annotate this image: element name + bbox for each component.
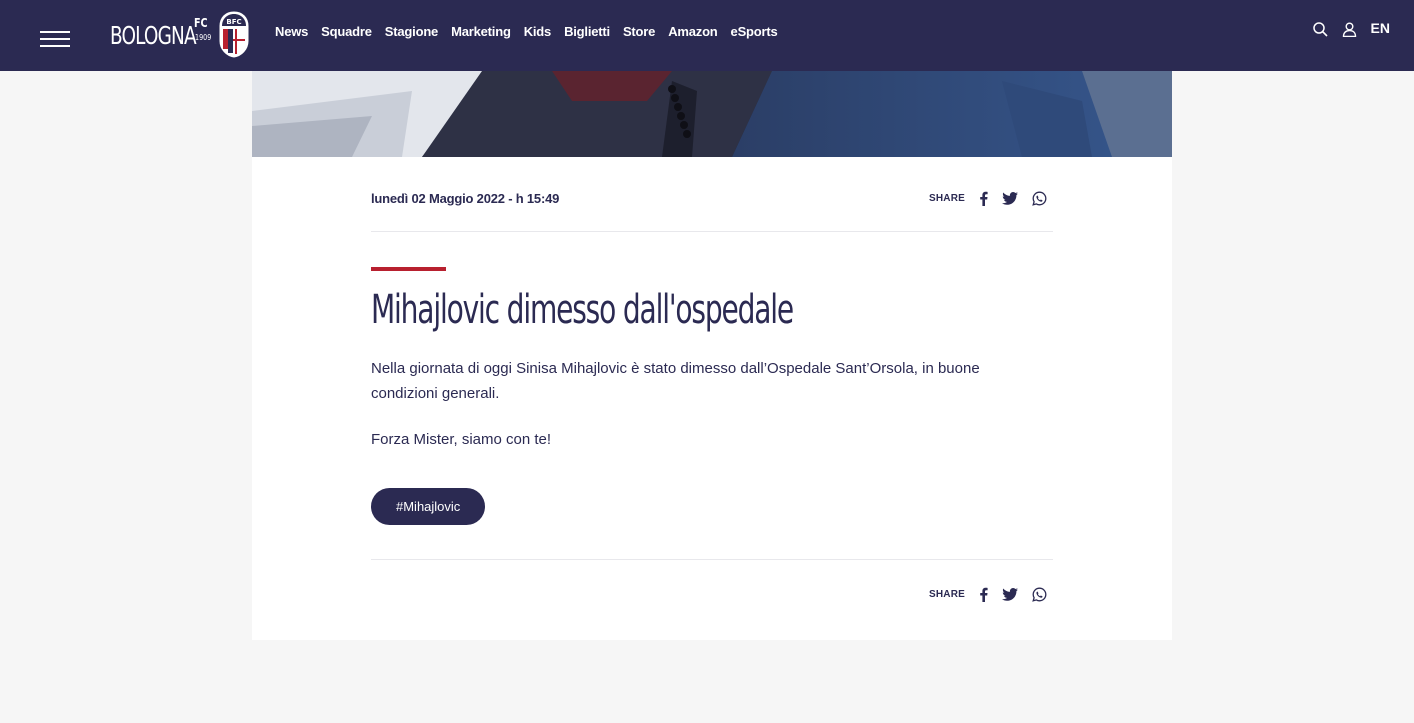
main-nav: News Squadre Stagione Marketing Kids Big… xyxy=(275,24,791,39)
facebook-icon[interactable] xyxy=(979,587,988,602)
article-date: lunedì 02 Maggio 2022 - h 15:49 xyxy=(371,191,560,206)
nav-stagione[interactable]: Stagione xyxy=(385,24,438,39)
article-card: lunedì 02 Maggio 2022 - h 15:49 SHARE Mi… xyxy=(252,157,1172,640)
meta-divider xyxy=(371,231,1053,232)
site-header: BOLOGNA FC 1909 BFC News Squadre Stagion… xyxy=(0,0,1414,71)
nav-news[interactable]: News xyxy=(275,24,308,39)
article-hero-image xyxy=(252,71,1172,157)
nav-marketing[interactable]: Marketing xyxy=(451,24,511,39)
twitter-icon[interactable] xyxy=(1002,588,1018,601)
article-meta: lunedì 02 Maggio 2022 - h 15:49 SHARE xyxy=(371,191,1053,211)
logo-year: 1909 xyxy=(195,33,212,42)
whatsapp-icon[interactable] xyxy=(1032,587,1047,602)
user-icon[interactable] xyxy=(1342,22,1357,37)
whatsapp-icon[interactable] xyxy=(1032,191,1047,206)
svg-text:BFC: BFC xyxy=(226,18,241,26)
share-label-bottom: SHARE xyxy=(928,589,965,600)
nav-esports[interactable]: eSports xyxy=(731,24,778,39)
article-paragraph-1: Nella giornata di oggi Sinisa Mihajlovic… xyxy=(371,360,980,402)
nav-squadre[interactable]: Squadre xyxy=(321,24,372,39)
twitter-icon[interactable] xyxy=(1002,192,1018,205)
club-crest-icon: BFC xyxy=(218,10,250,59)
nav-amazon[interactable]: Amazon xyxy=(668,24,718,39)
nav-store[interactable]: Store xyxy=(623,24,655,39)
share-bar-top: SHARE xyxy=(929,191,1047,206)
hero-photo xyxy=(252,71,1172,157)
menu-icon[interactable] xyxy=(40,31,70,47)
share-bar-bottom: SHARE xyxy=(929,587,1047,602)
site-logo[interactable]: BOLOGNA FC 1909 BFC xyxy=(110,10,250,60)
language-switch[interactable]: EN xyxy=(1371,20,1390,36)
title-accent-bar xyxy=(371,267,446,271)
article-paragraph-2: Forza Mister, siamo con te! xyxy=(371,431,552,448)
article-title: Mihajlovic dimesso dall'ospedale xyxy=(371,287,794,333)
logo-fc: FC xyxy=(194,16,208,30)
nav-biglietti[interactable]: Biglietti xyxy=(564,24,610,39)
nav-kids[interactable]: Kids xyxy=(524,24,552,39)
share-label: SHARE xyxy=(928,193,965,204)
header-utilities: EN xyxy=(1312,20,1390,37)
footer-divider xyxy=(371,559,1053,560)
search-icon[interactable] xyxy=(1312,22,1328,37)
tag-mihajlovic[interactable]: #Mihajlovic xyxy=(371,488,486,525)
facebook-icon[interactable] xyxy=(979,191,988,206)
logo-wordmark: BOLOGNA xyxy=(110,20,197,50)
